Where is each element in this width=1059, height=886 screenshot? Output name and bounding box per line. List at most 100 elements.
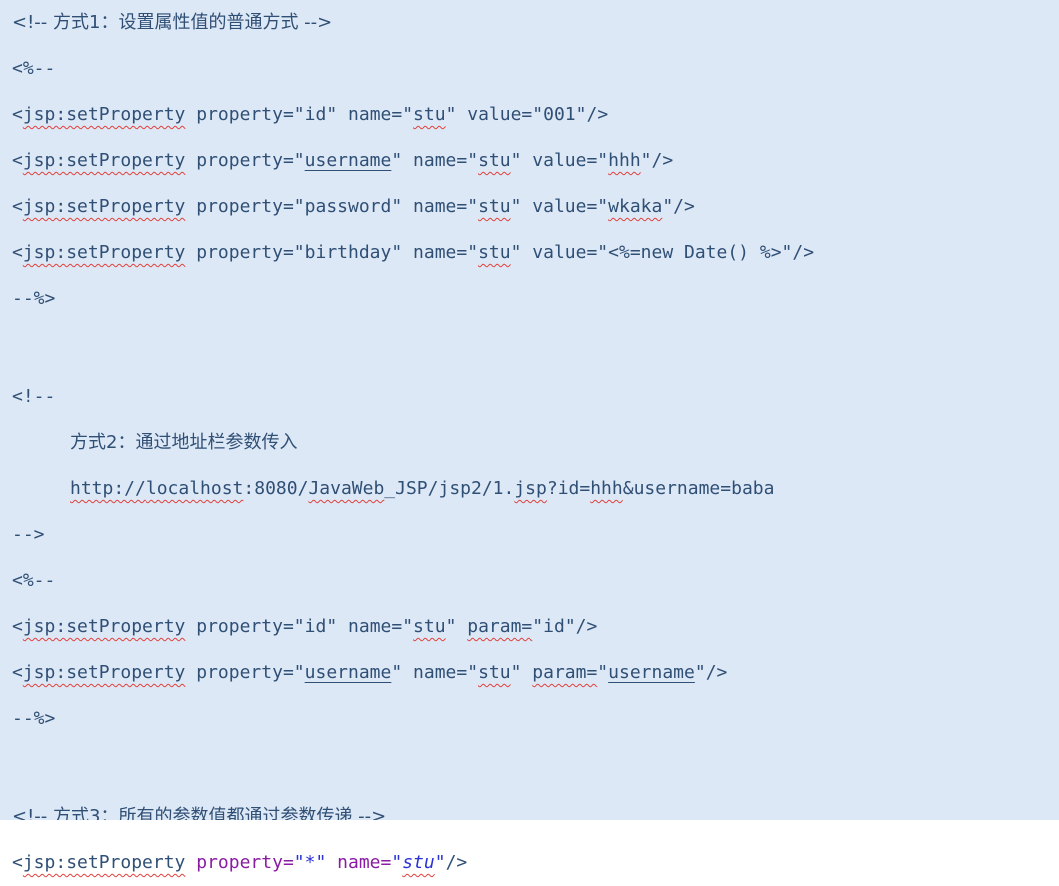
quote: " bbox=[510, 662, 522, 683]
attr-name: name= bbox=[348, 104, 403, 125]
tag-open: < bbox=[12, 616, 23, 637]
tag-selfclose: /> bbox=[445, 852, 468, 873]
code-line-jsp-open-2: <%-- bbox=[12, 558, 1052, 604]
url-query-id: ?id= bbox=[546, 478, 591, 499]
attr-name: name= bbox=[337, 852, 392, 873]
quote: " bbox=[445, 104, 457, 125]
comment-style2-text: 方式2：通过地址栏参数传入 bbox=[70, 432, 298, 453]
code-line-param-username: <jsp:setProperty property="username" nam… bbox=[12, 650, 1052, 696]
quote: " bbox=[391, 196, 403, 217]
quote: " bbox=[467, 150, 479, 171]
quote: " bbox=[293, 662, 305, 683]
code-line-jsp-close-2: --%> bbox=[12, 696, 1052, 742]
url-http: http:// bbox=[70, 478, 146, 499]
url-localhost: localhost bbox=[145, 478, 244, 499]
value-stu: stu bbox=[478, 242, 511, 263]
code-line-set-id: <jsp:setProperty property="id" name="stu… bbox=[12, 92, 1052, 138]
tag-name: jsp:setProperty bbox=[22, 616, 186, 637]
code-line-set-all: <jsp:setProperty property="*" name="stu"… bbox=[12, 840, 1052, 886]
code-editor[interactable]: <!-- 方式1：设置属性值的普通方式 --> <%-- <jsp:setPro… bbox=[0, 0, 1059, 873]
code-line-jsp-close: --%> bbox=[12, 276, 1052, 322]
quote: " bbox=[293, 852, 305, 873]
attr-property: property= bbox=[196, 242, 294, 263]
quote: " bbox=[293, 104, 305, 125]
quote: " bbox=[510, 242, 522, 263]
jsp-comment-open: <%-- bbox=[12, 570, 56, 591]
value-stu: stu bbox=[413, 104, 446, 125]
quote: " bbox=[510, 196, 522, 217]
jsp-comment-open: <%-- bbox=[12, 58, 56, 79]
code-line-comment-1: <!-- 方式1：设置属性值的普通方式 --> bbox=[12, 0, 1052, 46]
quote: " bbox=[597, 196, 609, 217]
value-stu: stu bbox=[402, 852, 435, 873]
attr-name: name= bbox=[348, 616, 403, 637]
attr-name: name= bbox=[413, 196, 468, 217]
code-line-set-username: <jsp:setProperty property="username" nam… bbox=[12, 138, 1052, 184]
tag-open: < bbox=[12, 662, 23, 683]
attr-name: name= bbox=[413, 150, 468, 171]
value-password: password bbox=[304, 196, 392, 217]
tag-selfclose: /> bbox=[792, 242, 815, 263]
value-username: username bbox=[608, 662, 695, 683]
quote: " bbox=[293, 242, 305, 263]
quote: " bbox=[694, 662, 706, 683]
attr-value: value= bbox=[532, 150, 598, 171]
quote: " bbox=[640, 150, 652, 171]
quote: " bbox=[391, 852, 403, 873]
code-line-html-close: --> bbox=[12, 512, 1052, 558]
value-id: id bbox=[543, 616, 565, 637]
code-line-set-birthday: <jsp:setProperty property="birthday" nam… bbox=[12, 230, 1052, 276]
tag-open: < bbox=[12, 242, 23, 263]
quote: " bbox=[597, 150, 609, 171]
value-stu: stu bbox=[478, 196, 511, 217]
value-hhh: hhh bbox=[608, 150, 641, 171]
value-username: username bbox=[304, 662, 392, 683]
value-date-expression: <%=new Date() %> bbox=[608, 242, 782, 263]
tag-selfclose: /> bbox=[651, 150, 674, 171]
quote: " bbox=[402, 104, 414, 125]
quote: " bbox=[391, 662, 403, 683]
tag-open: < bbox=[12, 852, 23, 873]
tag-open: < bbox=[12, 104, 23, 125]
value-wkaka: wkaka bbox=[608, 196, 663, 217]
code-line-set-password: <jsp:setProperty property="password" nam… bbox=[12, 184, 1052, 230]
attr-param: param= bbox=[467, 616, 533, 637]
tag-selfclose: /> bbox=[673, 196, 695, 217]
tag-open: < bbox=[12, 196, 23, 217]
quote: " bbox=[445, 616, 457, 637]
code-line-comment-2: 方式2：通过地址栏参数传入 bbox=[12, 420, 1052, 466]
quote: " bbox=[532, 616, 544, 637]
tag-name: jsp:setProperty bbox=[22, 104, 186, 125]
quote: " bbox=[293, 616, 305, 637]
tag-selfclose: /> bbox=[586, 104, 609, 125]
value-star: * bbox=[304, 852, 316, 873]
url-port-path: :8080/ bbox=[243, 478, 309, 499]
quote: " bbox=[434, 852, 446, 873]
value-001: 001 bbox=[543, 104, 576, 125]
value-id: id bbox=[304, 104, 327, 125]
url-jsp-ext: jsp bbox=[514, 478, 547, 499]
tag-selfclose: /> bbox=[575, 616, 598, 637]
value-stu: stu bbox=[478, 150, 511, 171]
code-line-jsp-open: <%-- bbox=[12, 46, 1052, 92]
url-javaweb: JavaWeb bbox=[308, 478, 385, 499]
quote: " bbox=[391, 150, 403, 171]
attr-property: property= bbox=[196, 150, 294, 171]
html-comment-open: <!-- bbox=[12, 386, 56, 407]
tag-selfclose: /> bbox=[705, 662, 728, 683]
value-id: id bbox=[304, 616, 327, 637]
attr-property: property= bbox=[196, 104, 294, 125]
attr-value: value= bbox=[532, 196, 598, 217]
code-block: <!-- 方式1：设置属性值的普通方式 --> <%-- <jsp:setPro… bbox=[12, 0, 1052, 886]
quote: " bbox=[293, 150, 305, 171]
quote: " bbox=[597, 242, 609, 263]
value-username: username bbox=[304, 150, 392, 171]
quote: " bbox=[402, 616, 414, 637]
comment-style1: <!-- 方式1：设置属性值的普通方式 --> bbox=[12, 12, 333, 33]
html-comment-close: --> bbox=[12, 524, 45, 545]
quote: " bbox=[293, 196, 305, 217]
tag-name: jsp:setProperty bbox=[22, 662, 186, 683]
value-birthday: birthday bbox=[304, 242, 392, 263]
